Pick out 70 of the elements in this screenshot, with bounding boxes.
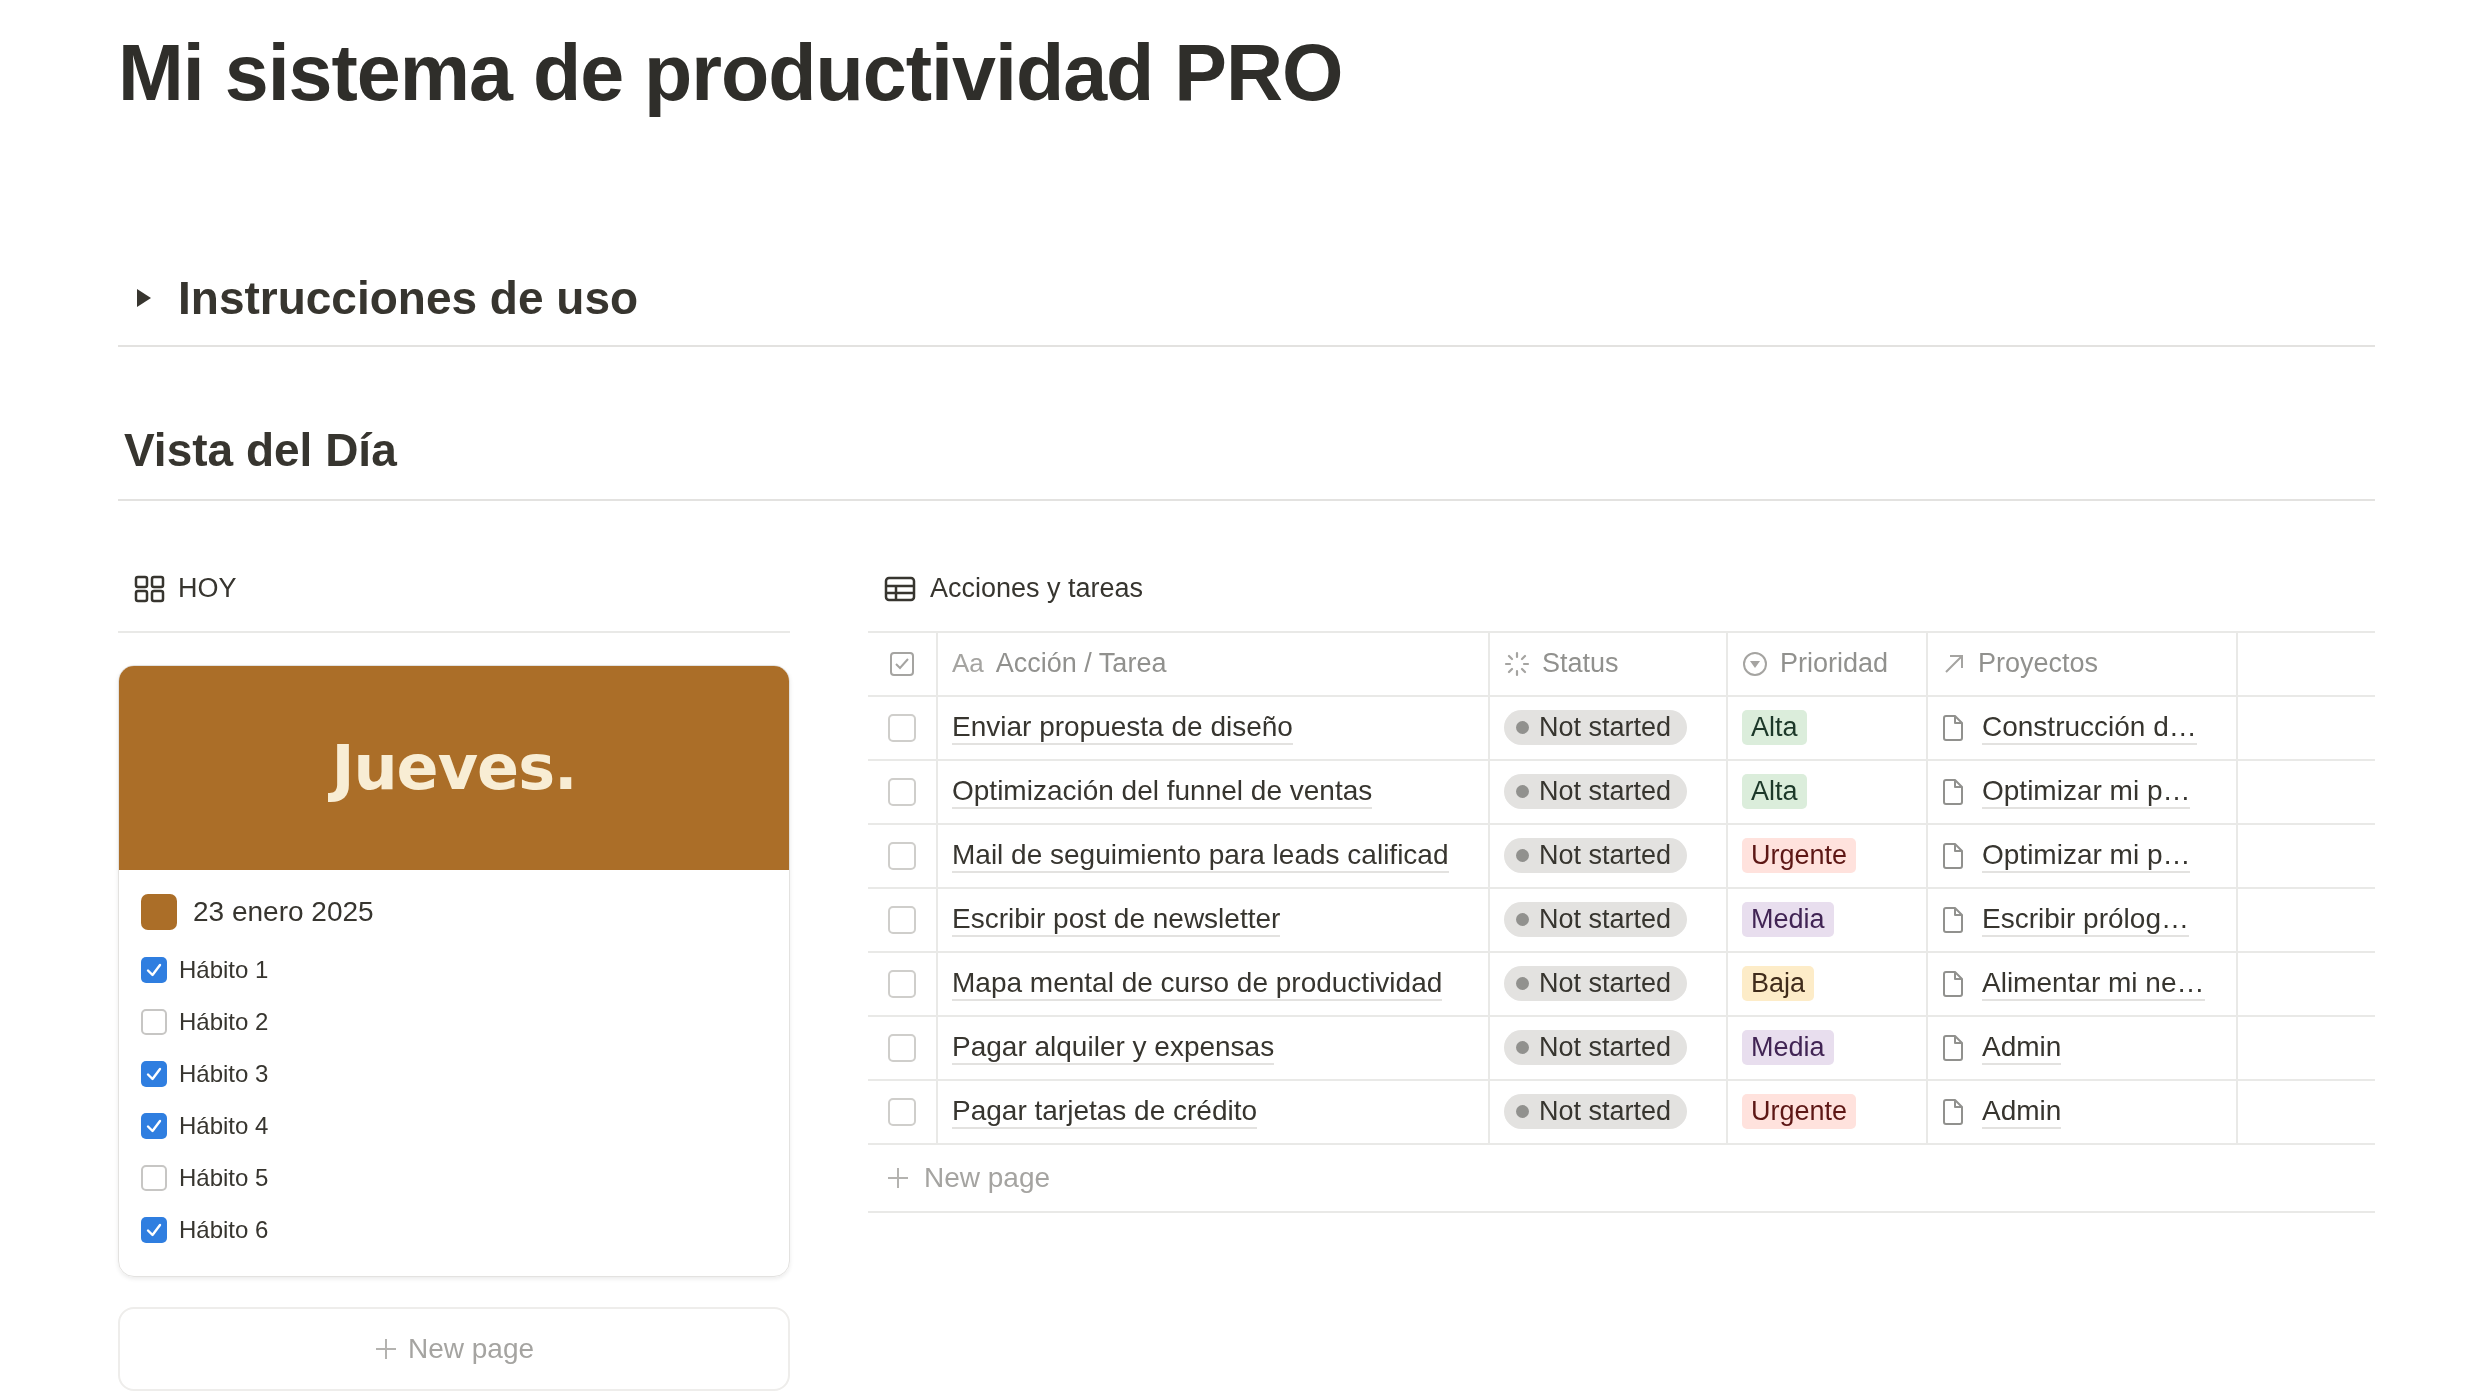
view-tab[interactable]: HOY xyxy=(178,573,237,605)
checkbox[interactable] xyxy=(888,713,916,742)
project-link[interactable]: Optimizar mi p… xyxy=(1982,838,2191,873)
status-icon xyxy=(1504,650,1530,677)
page-icon xyxy=(1942,1033,1964,1062)
priority-tag: Alta xyxy=(1742,710,1807,746)
status-tag: Not started xyxy=(1504,774,1688,810)
status-tag: Not started xyxy=(1504,710,1688,746)
priority-tag: Urgente xyxy=(1742,838,1857,874)
priority-tag: Media xyxy=(1742,902,1834,938)
task-name[interactable]: Optimización del funnel de ventas xyxy=(952,774,1373,809)
checkbox[interactable] xyxy=(141,1112,167,1139)
card-title: 23 enero 2025 xyxy=(193,895,374,928)
checkbox[interactable] xyxy=(888,905,916,934)
habit-label: Hábito 5 xyxy=(179,1163,269,1192)
view-tab[interactable]: Acciones y tareas xyxy=(930,573,1144,605)
page-icon xyxy=(1942,713,1964,742)
toggle-heading[interactable]: Instrucciones de uso xyxy=(178,270,639,325)
plus-icon xyxy=(886,1165,910,1190)
plus-icon xyxy=(373,1336,398,1361)
checkbox[interactable] xyxy=(141,1060,167,1087)
select-icon xyxy=(1742,650,1768,677)
gallery-card[interactable]: Jueves. 23 enero 2025 Hábito 1 Hábito 2 Hábito 3 Hábito 4 Hábito 5 Hábito 6 xyxy=(118,664,790,1277)
checkbox[interactable] xyxy=(141,1216,167,1243)
task-name[interactable]: Pagar alquiler y expensas xyxy=(952,1030,1275,1065)
priority-tag: Urgente xyxy=(1742,1094,1857,1130)
priority-tag: Media xyxy=(1742,1030,1834,1066)
task-name[interactable]: Pagar tarjetas de crédito xyxy=(952,1094,1258,1129)
project-link[interactable]: Admin xyxy=(1982,1094,2062,1129)
checkbox-column-icon xyxy=(889,650,915,677)
gallery-view-icon xyxy=(134,574,166,603)
checkbox[interactable] xyxy=(888,1033,916,1062)
status-tag: Not started xyxy=(1504,1030,1688,1066)
page-icon xyxy=(1942,841,1964,870)
project-link[interactable]: Alimentar mi ne… xyxy=(1982,966,2205,1001)
status-tag: Not started xyxy=(1504,902,1688,938)
checkbox[interactable] xyxy=(141,1164,167,1191)
priority-tag: Alta xyxy=(1742,774,1807,810)
page-icon xyxy=(1942,905,1964,934)
habit-label: Hábito 1 xyxy=(179,955,269,984)
task-name[interactable]: Mapa mental de curso de productividad xyxy=(952,966,1443,1001)
status-tag: Not started xyxy=(1504,1094,1688,1130)
checkbox[interactable] xyxy=(888,777,916,806)
table-view-icon xyxy=(884,575,916,602)
page-icon xyxy=(1942,1097,1964,1126)
habit-label: Hábito 4 xyxy=(179,1111,269,1140)
habit-label: Hábito 3 xyxy=(179,1059,269,1088)
page-title: Mi sistema de productividad PRO xyxy=(118,27,1344,119)
habit-label: Hábito 6 xyxy=(179,1215,269,1244)
task-name[interactable]: Escribir post de newsletter xyxy=(952,902,1281,937)
status-tag: Not started xyxy=(1504,838,1688,874)
checkbox[interactable] xyxy=(141,1008,167,1035)
task-name[interactable]: Mail de seguimiento para leads calificad xyxy=(952,838,1449,873)
page-icon xyxy=(1942,777,1964,806)
project-link[interactable]: Admin xyxy=(1982,1030,2062,1065)
project-link[interactable]: Optimizar mi p… xyxy=(1982,774,2191,809)
checkbox[interactable] xyxy=(888,841,916,870)
habit-label: Hábito 2 xyxy=(179,1007,269,1036)
status-tag: Not started xyxy=(1504,966,1688,1002)
task-name[interactable]: Enviar propuesta de diseño xyxy=(952,710,1293,745)
checkbox[interactable] xyxy=(888,969,916,998)
checkbox[interactable] xyxy=(888,1097,916,1126)
project-link[interactable]: Construcción d… xyxy=(1982,710,2197,745)
project-link[interactable]: Escribir prólog… xyxy=(1982,902,2189,937)
page-icon xyxy=(141,893,177,930)
priority-tag: Baja xyxy=(1742,966,1815,1002)
section-heading: Vista del Día xyxy=(124,422,398,477)
text-type-icon: Aa xyxy=(952,648,984,680)
page-icon xyxy=(1942,969,1964,998)
checkbox[interactable] xyxy=(141,956,167,983)
